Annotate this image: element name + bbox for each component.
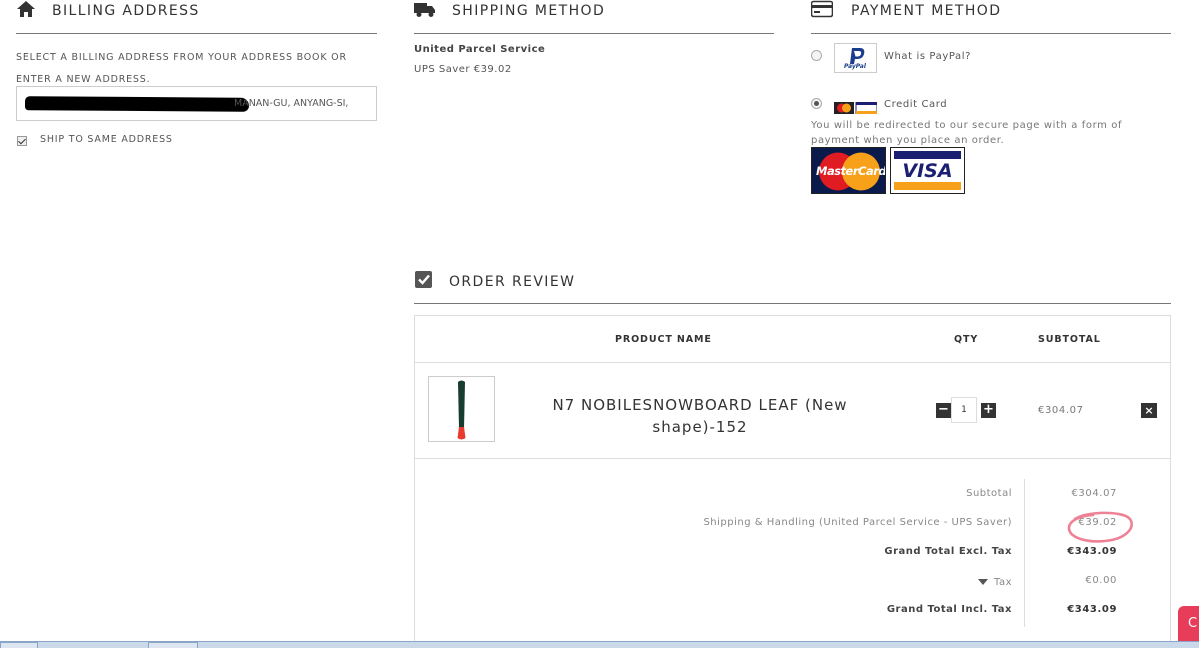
paypal-radio[interactable]	[811, 50, 822, 61]
totals-label: Grand Total Incl. Tax	[886, 604, 1012, 615]
chat-button[interactable]: C	[1178, 606, 1199, 642]
order-review-table: PRODUCT NAME QTY SUBTOTAL N7 NOBILESNOWB…	[414, 315, 1171, 648]
redaction-mark	[24, 96, 250, 112]
caret-down-icon	[978, 579, 988, 585]
qty-increase-button[interactable]: +	[981, 403, 996, 418]
taskbar-button[interactable]	[0, 642, 38, 648]
ship-same-checkbox[interactable]	[17, 136, 27, 146]
remove-item-button[interactable]: ×	[1141, 403, 1157, 418]
item-subtotal: €304.07	[1038, 405, 1084, 416]
header-divider	[415, 362, 1170, 363]
checkbox-checked-icon	[414, 270, 436, 290]
os-taskbar	[0, 641, 1199, 648]
ship-same-label: SHIP TO SAME ADDRESS	[40, 134, 173, 145]
totals-label: Shipping & Handling (United Parcel Servi…	[703, 517, 1012, 528]
redirect-note: You will be redirected to our secure pag…	[811, 120, 1123, 146]
payment-title: PAYMENT METHOD	[851, 3, 1002, 19]
mastercard-text: MasterCard	[816, 164, 886, 178]
paypal-logo-text: PayPal	[844, 63, 866, 70]
billing-address-value: MANAN-GU, ANYANG-SI,	[234, 98, 349, 109]
credit-card-label: Credit Card	[884, 99, 948, 110]
taskbar-button[interactable]	[148, 642, 198, 648]
mini-cards-icon	[834, 99, 878, 115]
totals-divider	[1024, 479, 1025, 627]
credit-card-icon	[810, 0, 834, 20]
payment-method-header: PAYMENT METHOD	[810, 0, 1171, 34]
tax-toggle[interactable]: Tax	[978, 575, 1012, 589]
totals-label: Grand Total Excl. Tax	[884, 546, 1012, 557]
billing-address-select[interactable]: MANAN-GU, ANYANG-SI,	[16, 86, 377, 121]
visa-text: VISA	[902, 160, 953, 182]
credit-card-radio[interactable]	[811, 98, 822, 109]
totals-value: €304.07	[1071, 488, 1117, 499]
totals-value: €0.00	[1085, 575, 1117, 586]
paypal-logo: PayPal	[834, 43, 877, 73]
home-icon	[16, 0, 38, 20]
qty-input[interactable]: 1	[951, 397, 977, 423]
col-subtotal: SUBTOTAL	[1038, 334, 1101, 345]
circle-annotation	[1063, 509, 1137, 547]
shipping-carrier: United Parcel Service	[414, 44, 546, 55]
totals-label: Tax	[994, 576, 1012, 588]
product-name[interactable]: N7 NOBILESNOWBOARD LEAF (New shape)-152	[525, 394, 875, 438]
totals-value: €343.09	[1067, 604, 1117, 615]
col-product-name: PRODUCT NAME	[615, 334, 712, 345]
shipping-method-header: SHIPPING METHOD	[414, 0, 774, 34]
truck-icon	[414, 0, 436, 20]
shipping-option: UPS Saver €39.02	[414, 64, 512, 75]
col-qty: QTY	[954, 334, 979, 345]
totals-label: Subtotal	[966, 488, 1012, 499]
visa-logo: VISA	[890, 147, 965, 194]
billing-title: BILLING ADDRESS	[52, 3, 200, 19]
billing-instructions: SELECT A BILLING ADDRESS FROM YOUR ADDRE…	[16, 52, 347, 85]
what-is-paypal-link[interactable]: What is PayPal?	[884, 51, 971, 62]
row-divider	[415, 458, 1170, 459]
totals-value: €343.09	[1067, 546, 1117, 557]
qty-decrease-button[interactable]: −	[936, 403, 951, 418]
product-thumbnail[interactable]	[428, 376, 495, 442]
shipping-title: SHIPPING METHOD	[452, 3, 606, 19]
billing-address-header: BILLING ADDRESS	[16, 0, 377, 34]
mastercard-logo: MasterCard	[811, 147, 886, 194]
order-review-title: ORDER REVIEW	[449, 274, 576, 290]
order-review-header: ORDER REVIEW	[414, 270, 1171, 304]
